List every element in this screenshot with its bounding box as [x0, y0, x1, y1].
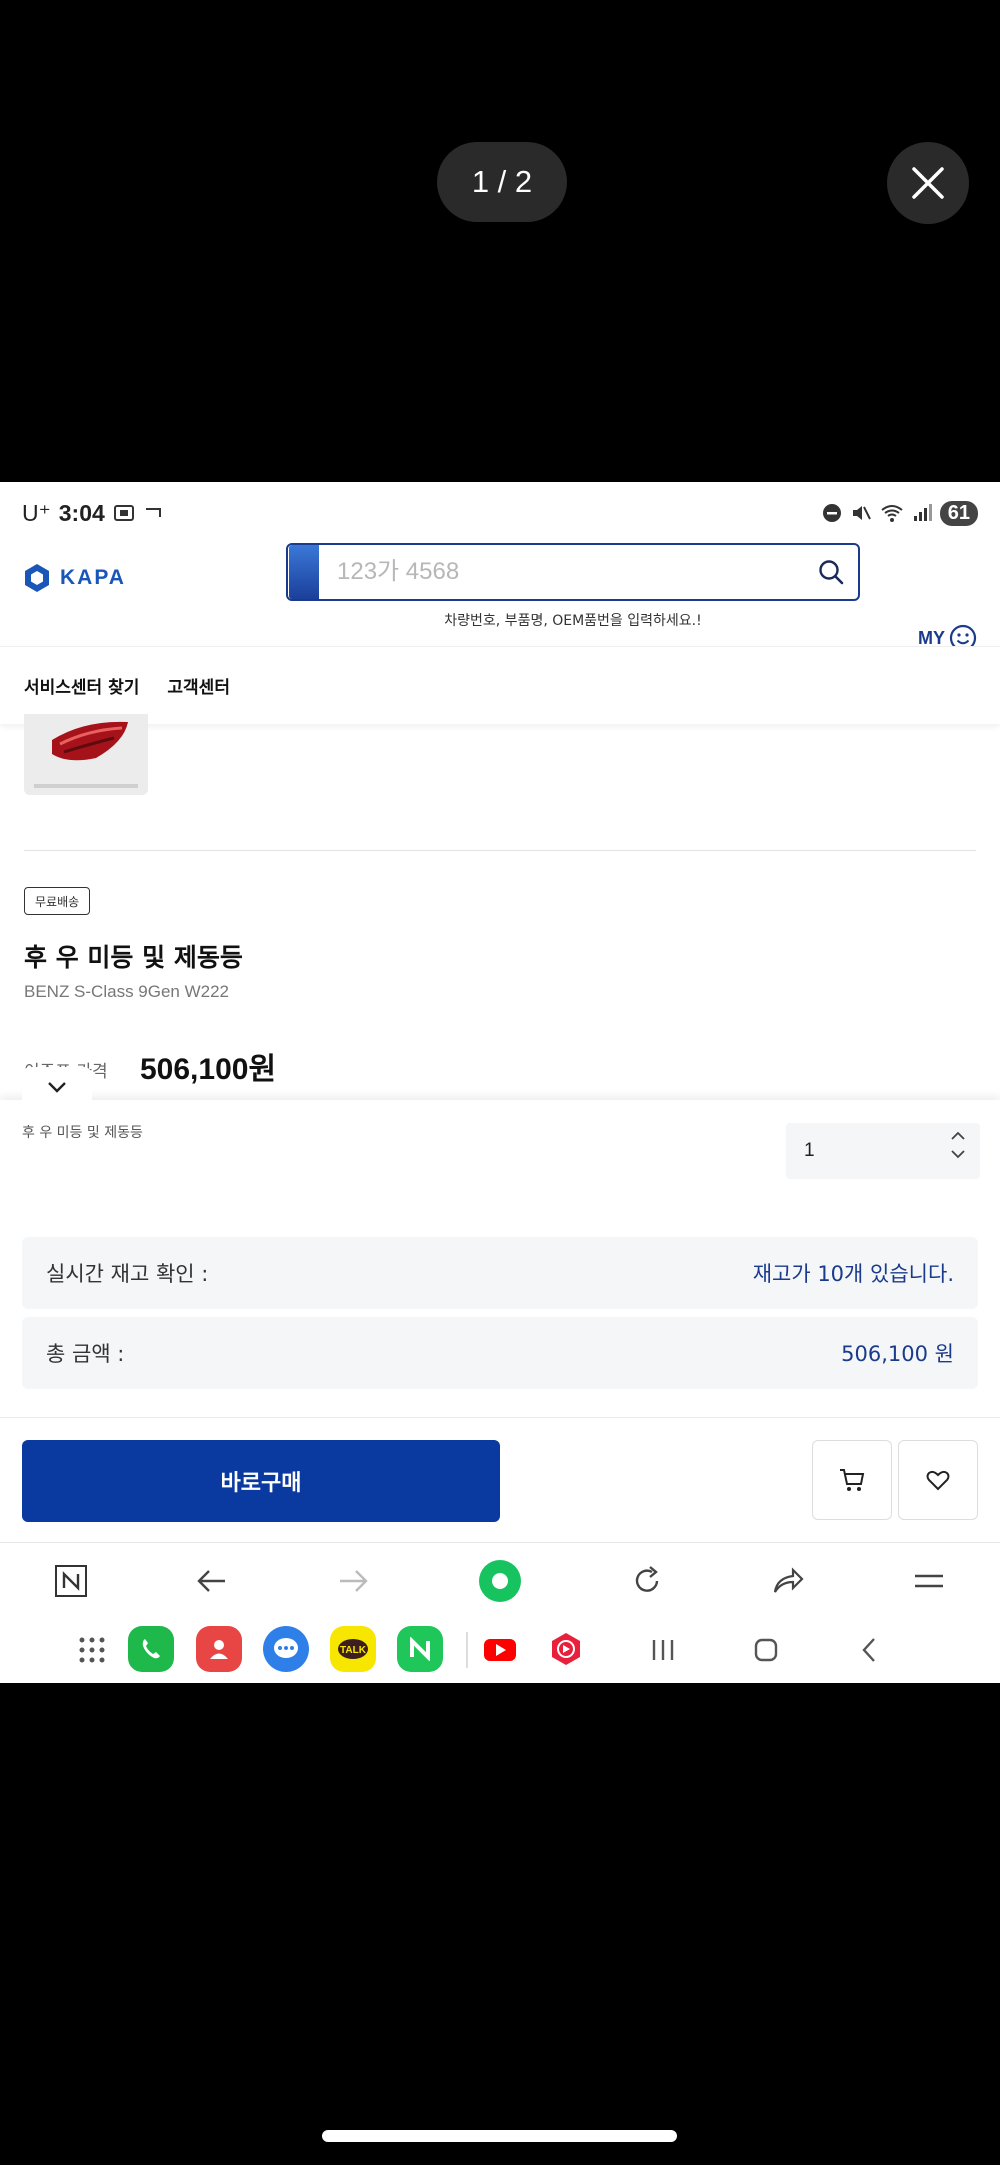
search-bar	[286, 543, 860, 601]
android-dock: TALK	[0, 1618, 1000, 1683]
naver-home-icon[interactable]	[54, 1564, 88, 1598]
collapse-sheet-button[interactable]	[22, 1067, 92, 1107]
nav-service-center[interactable]: 서비스센터 찾기	[24, 673, 139, 698]
browser-toolbar	[0, 1542, 1000, 1618]
contacts-app-icon[interactable]	[196, 1626, 242, 1672]
dnd-icon	[822, 504, 841, 522]
tail-light-image	[24, 714, 148, 795]
search-hint: 차량번호, 부품명, OEM품번을 입력하세요.!	[444, 613, 702, 629]
add-to-cart-button[interactable]	[812, 1440, 892, 1520]
clock: 3:04	[58, 499, 105, 526]
wishlist-button[interactable]	[898, 1440, 978, 1520]
option-name: 후 우 미등 및 제동등	[22, 1125, 143, 1141]
top-nav: 서비스센터 찾기 고객센터	[0, 646, 1000, 724]
screenshot-icon	[113, 505, 134, 521]
search-button[interactable]	[804, 545, 858, 599]
back-nav-icon[interactable]	[858, 1636, 882, 1664]
menu-icon[interactable]	[912, 1564, 946, 1598]
battery-indicator: 61	[939, 500, 978, 526]
divider	[0, 1417, 1000, 1418]
stock-row: 실시간 재고 확인 : 재고가 10개 있습니다.	[22, 1237, 978, 1309]
logo-text: KAPA	[60, 566, 126, 589]
product-thumbnail[interactable]	[24, 714, 148, 795]
kakaotalk-app-icon[interactable]: TALK	[330, 1626, 376, 1672]
phone-app-icon[interactable]	[128, 1626, 174, 1672]
quantity-stepper[interactable]: 1	[786, 1123, 980, 1179]
product-price: 506,100원	[140, 1053, 277, 1086]
kapa-logo[interactable]: KAPA	[22, 562, 126, 594]
quantity-value: 1	[804, 1140, 815, 1161]
youtube-music-app-icon[interactable]	[548, 1631, 584, 1671]
search-icon	[819, 560, 844, 585]
close-icon	[912, 167, 944, 199]
naver-app-icon[interactable]	[397, 1626, 443, 1672]
divider	[24, 850, 976, 851]
home-indicator[interactable]	[322, 2130, 677, 2142]
carrier-label: U⁺	[22, 499, 51, 526]
chevron-down-icon	[48, 1082, 66, 1093]
youtube-app-icon[interactable]	[482, 1632, 518, 1672]
messages-app-icon[interactable]	[263, 1626, 309, 1672]
buy-now-button[interactable]: 바로구매	[22, 1440, 500, 1522]
dock-divider	[466, 1632, 468, 1668]
status-bar: U⁺ 3:04 61	[0, 482, 1000, 544]
license-plate-icon	[289, 545, 319, 599]
close-button[interactable]	[887, 142, 969, 224]
wifi-icon	[881, 505, 903, 522]
svg-text:TALK: TALK	[340, 1645, 367, 1656]
refresh-icon[interactable]	[630, 1564, 664, 1598]
nav-customer-center[interactable]: 고객센터	[167, 673, 230, 698]
search-input[interactable]	[319, 545, 804, 599]
chevron-down-icon[interactable]	[950, 1149, 966, 1159]
stock-value: 재고가 10개 있습니다.	[752, 1262, 954, 1286]
phone-screenshot: U⁺ 3:04 61 KAPA MY 차량번호, 부품명, OEM품번을	[0, 482, 1000, 1683]
free-shipping-badge: 무료배송	[24, 887, 91, 915]
cart-icon	[840, 1469, 865, 1491]
total-label: 총 금액 :	[46, 1342, 125, 1366]
chevron-up-icon[interactable]	[950, 1131, 966, 1141]
product-vehicle: BENZ S-Class 9Gen W222	[24, 982, 230, 1001]
back-icon[interactable]	[195, 1564, 229, 1598]
hexagon-logo-icon	[25, 564, 49, 592]
forward-icon[interactable]	[336, 1564, 370, 1598]
heart-icon	[926, 1470, 950, 1491]
stock-label: 실시간 재고 확인 :	[46, 1262, 209, 1286]
product-title: 후 우 미등 및 제동등	[24, 943, 243, 972]
total-row: 총 금액 : 506,100 원	[22, 1317, 978, 1389]
signal-icon	[913, 504, 932, 521]
apps-grid-icon[interactable]	[76, 1634, 108, 1666]
total-value: 506,100 원	[841, 1342, 954, 1366]
recent-apps-icon[interactable]	[648, 1636, 678, 1664]
home-icon[interactable]	[752, 1636, 780, 1664]
mute-icon	[852, 506, 871, 520]
image-counter: 1 / 2	[437, 142, 567, 222]
share-icon[interactable]	[771, 1564, 805, 1598]
notification-icon	[145, 508, 161, 517]
green-dot-icon[interactable]	[477, 1558, 523, 1604]
